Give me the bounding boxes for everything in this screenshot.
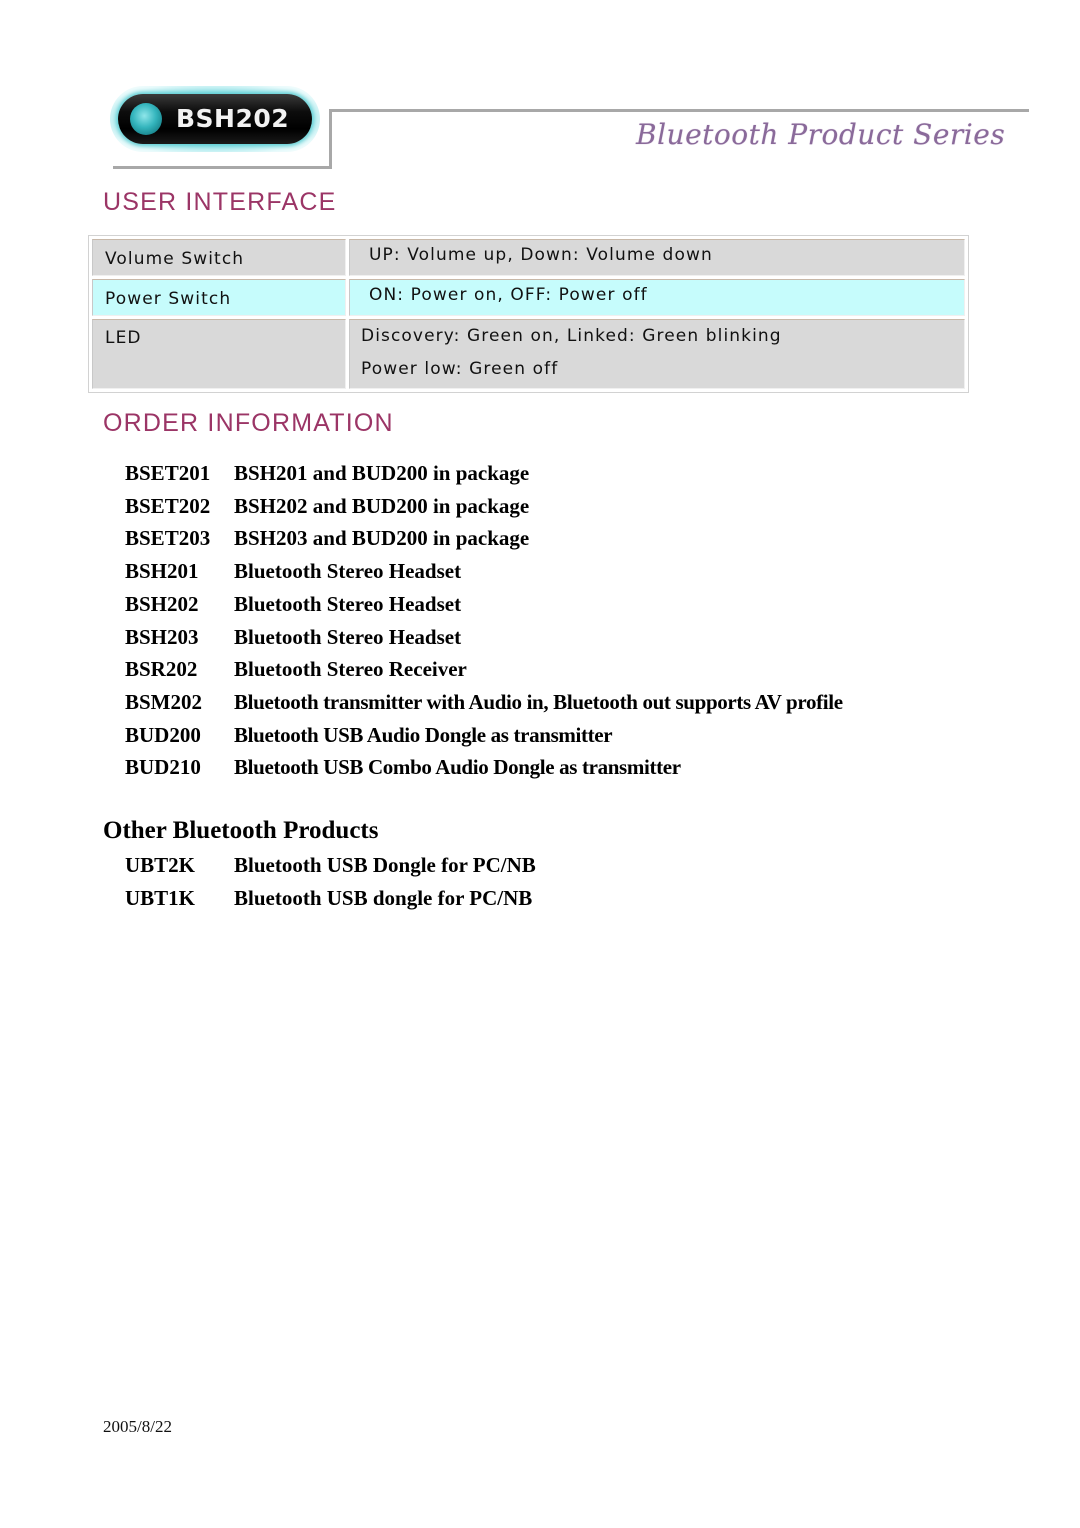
document-date: 2005/8/22 — [103, 1417, 172, 1436]
order-code: BUD210 — [125, 755, 201, 780]
table-row: LED Discovery: Green on, Linked: Green b… — [92, 319, 965, 389]
list-item: UBT2K Bluetooth USB Dongle for PC/NB — [125, 849, 536, 882]
volume-switch-label: Volume Switch — [105, 249, 245, 269]
product-model-label: BSH202 — [176, 104, 290, 133]
order-code: BSR202 — [125, 657, 198, 682]
order-information-heading: ORDER INFORMATION — [103, 409, 394, 437]
led-label: LED — [105, 328, 142, 348]
order-description: Bluetooth USB Combo Audio Dongle as tran… — [234, 755, 681, 780]
order-code: BSH202 — [125, 591, 199, 616]
user-interface-heading: USER INTERFACE — [103, 188, 337, 216]
list-item: BSH203 Bluetooth Stereo Headset — [125, 621, 843, 654]
logo-pill: BSH202 — [118, 94, 312, 144]
row-value-cell: Discovery: Green on, Linked: Green blink… — [349, 319, 965, 389]
other-products-heading: Other Bluetooth Products — [103, 817, 379, 844]
row-label-cell: LED — [92, 319, 346, 389]
order-description: BSH201 and BUD200 in package — [234, 461, 530, 485]
list-item: BSET202 BSH202 and BUD200 in package — [125, 490, 843, 523]
product-code: UBT1K — [125, 885, 196, 910]
order-description: Bluetooth Stereo Headset — [234, 624, 462, 649]
order-code: BSM202 — [125, 689, 203, 714]
user-interface-table: Volume Switch UP: Volume up, Down: Volum… — [88, 235, 969, 393]
table-row: Volume Switch UP: Volume up, Down: Volum… — [92, 239, 965, 276]
order-code: BSH203 — [125, 624, 199, 649]
order-description: BSH202 and BUD200 in package — [234, 493, 530, 518]
header-divider-vertical — [329, 110, 332, 169]
product-description: Bluetooth USB dongle for PC/NB — [234, 885, 533, 910]
order-code: BSET203 — [125, 526, 211, 551]
row-label-cell: Power Switch — [92, 279, 346, 316]
order-code: BUD200 — [125, 722, 201, 747]
header-divider-bottom — [113, 166, 331, 169]
list-item: BSH202 Bluetooth Stereo Headset — [125, 588, 843, 621]
order-code: BSH201 — [125, 559, 199, 584]
order-code: BSET201 — [125, 461, 211, 485]
list-item: BUD210 Bluetooth USB Combo Audio Dongle … — [125, 751, 843, 784]
order-description: Bluetooth Stereo Headset — [234, 559, 462, 584]
power-switch-description: ON: Power on, OFF: Power off — [369, 285, 648, 305]
list-item: BSM202 Bluetooth transmitter with Audio … — [125, 686, 843, 719]
order-description: BSH203 and BUD200 in package — [234, 526, 530, 551]
list-item: BUD200 Bluetooth USB Audio Dongle as tra… — [125, 719, 843, 752]
product-logo-badge: BSH202 — [110, 86, 320, 152]
series-title: Bluetooth Product Series — [636, 118, 1006, 151]
row-label-cell: Volume Switch — [92, 239, 346, 276]
list-item: BSH201 Bluetooth Stereo Headset — [125, 555, 843, 588]
order-description: Bluetooth Stereo Receiver — [234, 657, 467, 682]
order-description: Bluetooth Stereo Headset — [234, 591, 462, 616]
product-description: Bluetooth USB Dongle for PC/NB — [234, 853, 536, 877]
other-products-list: UBT2K Bluetooth USB Dongle for PC/NB UBT… — [125, 849, 536, 914]
row-value-cell: UP: Volume up, Down: Volume down — [349, 239, 965, 276]
product-code: UBT2K — [125, 853, 196, 877]
header-divider-top — [329, 109, 1029, 112]
table-row: Power Switch ON: Power on, OFF: Power of… — [92, 279, 965, 316]
led-description-line: Discovery: Green on, Linked: Green blink… — [361, 326, 782, 346]
list-item: BSET203 BSH203 and BUD200 in package — [125, 522, 843, 555]
power-switch-label: Power Switch — [105, 289, 232, 309]
list-item: BSR202 Bluetooth Stereo Receiver — [125, 653, 843, 686]
list-item: UBT1K Bluetooth USB dongle for PC/NB — [125, 882, 536, 915]
order-code: BSET202 — [125, 493, 211, 518]
order-description: Bluetooth USB Audio Dongle as transmitte… — [234, 722, 613, 747]
order-list: BSET201 BSH201 and BUD200 in package BSE… — [125, 457, 843, 784]
row-value-cell: ON: Power on, OFF: Power off — [349, 279, 965, 316]
bluetooth-orb-icon — [130, 103, 162, 135]
led-description-line: Power low: Green off — [361, 359, 559, 379]
order-description: Bluetooth transmitter with Audio in, Blu… — [234, 689, 843, 714]
list-item: BSET201 BSH201 and BUD200 in package — [125, 457, 843, 490]
volume-switch-description: UP: Volume up, Down: Volume down — [369, 245, 713, 265]
